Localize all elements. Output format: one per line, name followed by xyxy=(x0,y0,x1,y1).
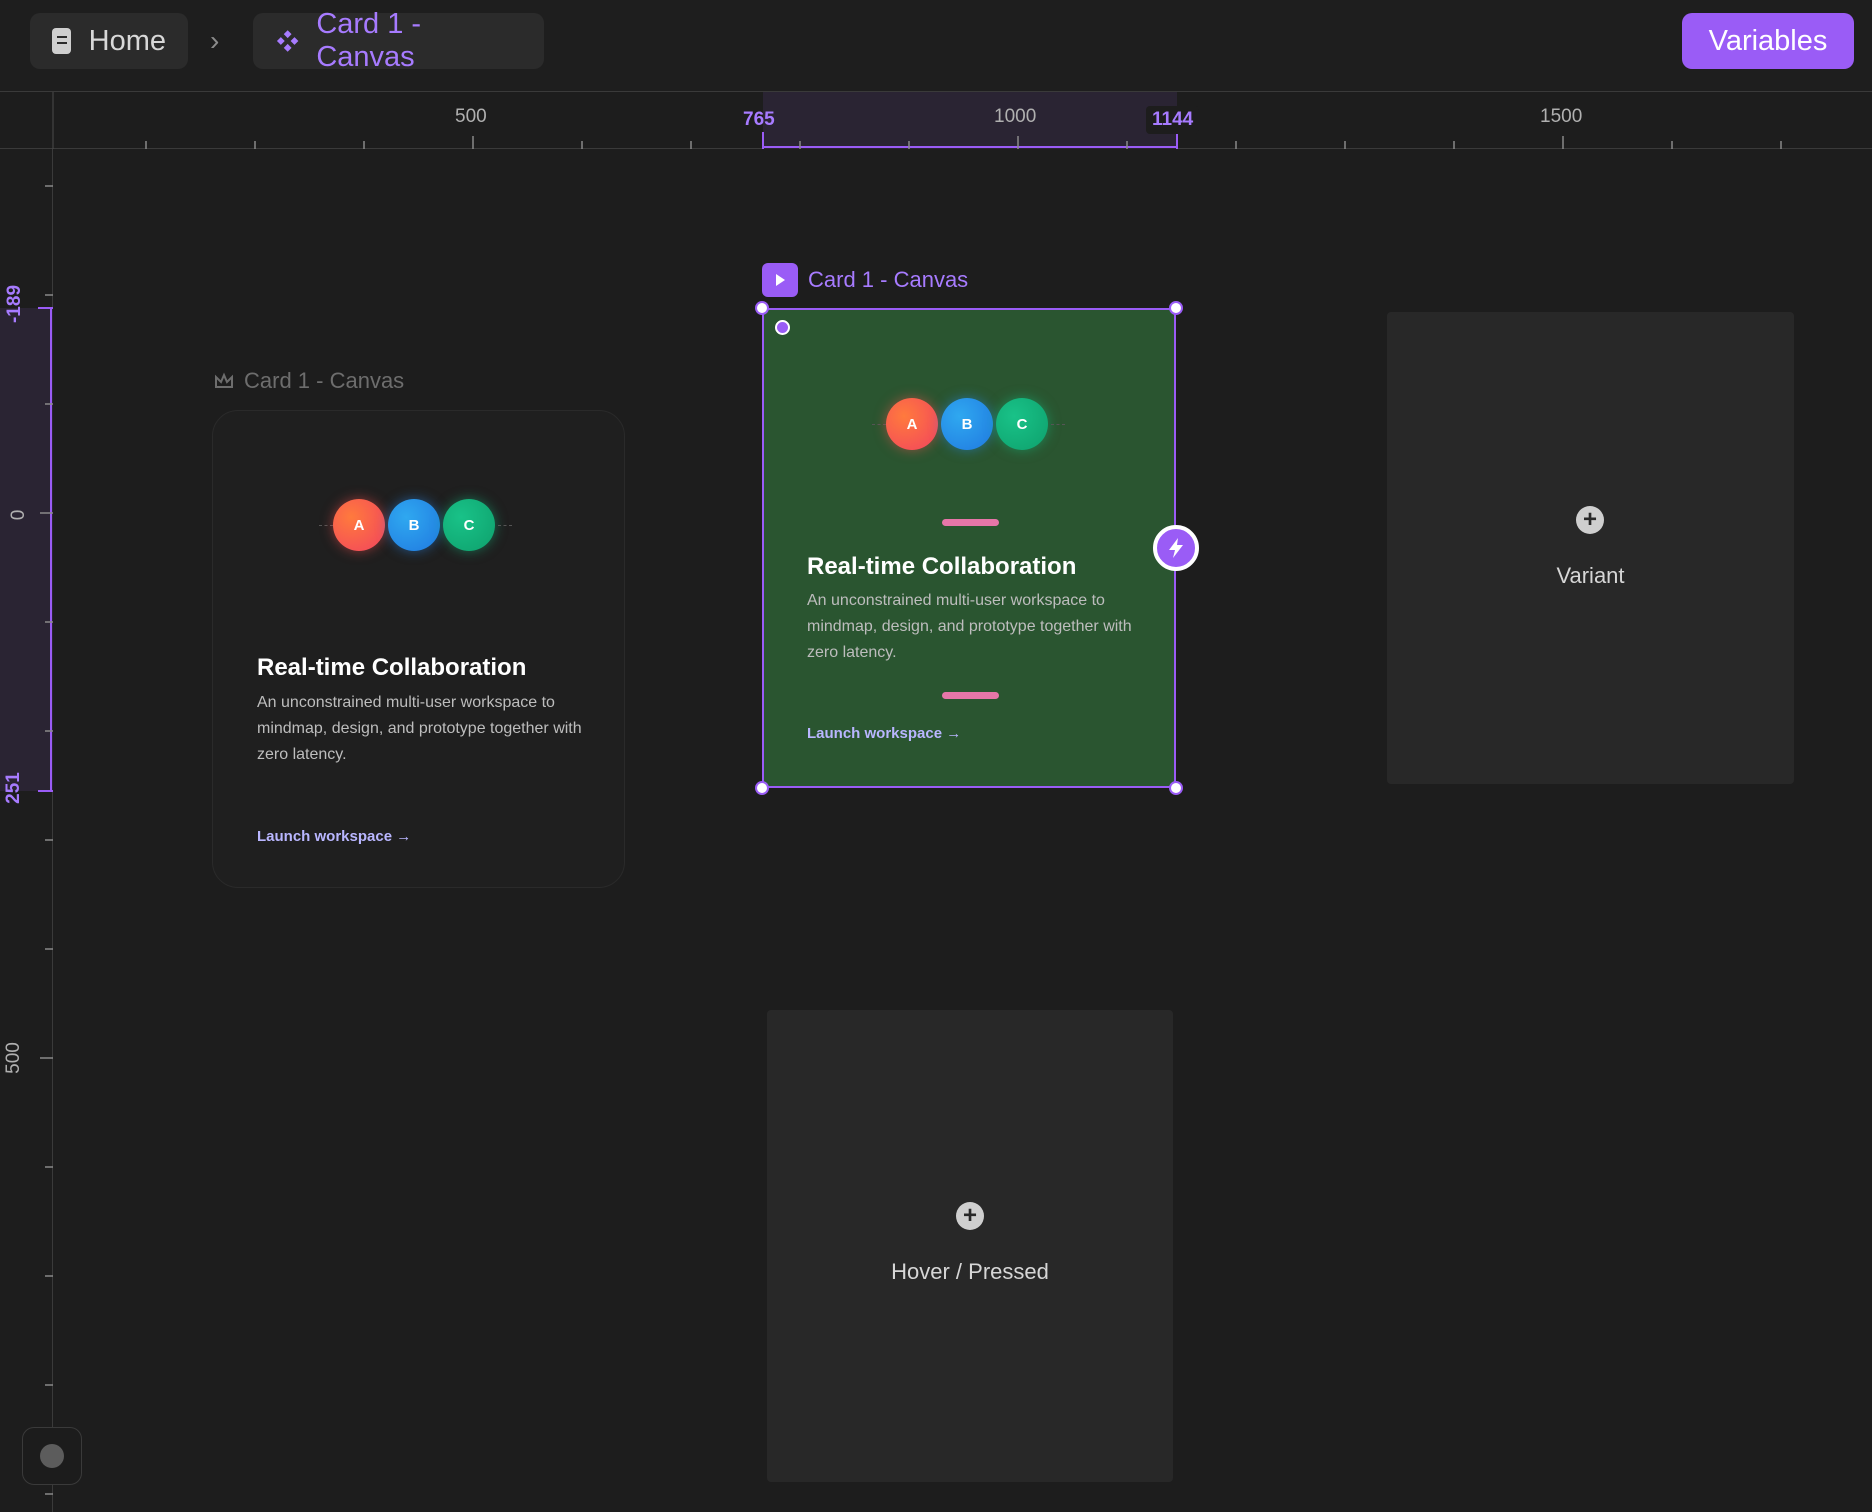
resize-handle-top-left[interactable] xyxy=(755,301,769,315)
avatar-group: A B C xyxy=(872,398,1065,450)
main-component-card[interactable]: A B C Real-time Collaboration An unconst… xyxy=(212,410,625,888)
card-description: An unconstrained multi-user workspace to… xyxy=(257,694,582,763)
avatar-group: A B C xyxy=(319,499,512,551)
horizontal-ruler[interactable]: 500 1000 1500 765 1144 xyxy=(0,92,1872,149)
card-description: An unconstrained multi-user workspace to… xyxy=(807,592,1132,661)
document-icon xyxy=(52,28,71,54)
dash-left xyxy=(872,423,886,425)
breadcrumb-home-label: Home xyxy=(88,24,166,57)
resize-handle-bottom-right[interactable] xyxy=(1169,781,1183,795)
ruler-label-1500: 1500 xyxy=(1540,106,1583,127)
plus-icon[interactable]: + xyxy=(956,1202,984,1230)
dash-right xyxy=(1051,423,1065,425)
breadcrumb-component[interactable]: Card 1 - Canvas xyxy=(253,8,544,73)
ruler-selection-end-vertical: 251 xyxy=(3,772,24,804)
resize-handle-bottom-left[interactable] xyxy=(755,781,769,795)
ruler-selection-start: 765 xyxy=(743,109,775,130)
hover-pressed-placeholder-label: Hover / Pressed xyxy=(891,1259,1049,1284)
resize-handle-top-right[interactable] xyxy=(1169,301,1183,315)
selected-frame-label[interactable]: Card 1 - Canvas xyxy=(762,263,968,297)
ruler-label-500-vertical: 500 xyxy=(3,1042,24,1074)
plus-icon[interactable]: + xyxy=(1576,506,1604,534)
main-component-frame-label[interactable]: Card 1 - Canvas xyxy=(214,368,404,394)
corner-radius-handle[interactable] xyxy=(775,320,790,335)
variant-placeholder[interactable]: + Variant xyxy=(1387,312,1794,784)
vertical-ruler-graphics xyxy=(0,185,53,1495)
main-component-frame-label-text: Card 1 - Canvas xyxy=(244,368,405,393)
ruler-selection-end: 1144 xyxy=(1146,106,1200,134)
ruler-label-0: 0 xyxy=(8,509,29,521)
card-title: Real-time Collaboration xyxy=(807,553,1077,580)
bottom-accent-bar xyxy=(942,692,999,699)
horizontal-ruler-graphics xyxy=(52,92,1782,149)
avatar-a: A xyxy=(886,398,938,450)
avatar-b: B xyxy=(388,499,440,551)
ruler-label-1000: 1000 xyxy=(994,106,1037,127)
variables-button[interactable]: Variables xyxy=(1682,13,1854,69)
variant-placeholder-label: Variant xyxy=(1556,563,1625,588)
avatar-c: C xyxy=(443,499,495,551)
dash-right xyxy=(498,524,512,526)
avatar-b: B xyxy=(941,398,993,450)
record-button[interactable] xyxy=(22,1427,82,1485)
hover-pressed-placeholder[interactable]: + Hover / Pressed xyxy=(767,1010,1173,1482)
bolt-icon[interactable] xyxy=(1153,525,1199,571)
play-icon xyxy=(762,263,798,297)
breadcrumb-component-label: Card 1 - Canvas xyxy=(316,8,422,73)
top-accent-bar xyxy=(942,519,999,526)
avatar-a: A xyxy=(333,499,385,551)
crown-icon xyxy=(215,372,233,388)
launch-workspace-link[interactable]: Launch workspace → xyxy=(807,725,961,742)
launch-workspace-link[interactable]: Launch workspace → xyxy=(257,828,411,845)
ruler-selection-start-vertical: -189 xyxy=(4,284,25,324)
vertical-ruler[interactable]: 0 500 -189 251 xyxy=(0,149,53,1512)
top-bar: Home › Card 1 - Canvas Variables xyxy=(0,0,1872,92)
selected-frame-label-text: Card 1 - Canvas xyxy=(808,267,969,292)
avatar-c: C xyxy=(996,398,1048,450)
ruler-label-500: 500 xyxy=(455,106,487,127)
component-icon xyxy=(276,30,299,52)
record-icon xyxy=(40,1444,64,1468)
selected-variant-card[interactable]: A B C Real-time Collaboration An unconst… xyxy=(762,308,1176,788)
dash-left xyxy=(319,524,333,526)
card-title: Real-time Collaboration xyxy=(257,654,527,681)
breadcrumb-home[interactable]: Home xyxy=(30,13,188,69)
chevron-right-icon: › xyxy=(210,25,220,56)
